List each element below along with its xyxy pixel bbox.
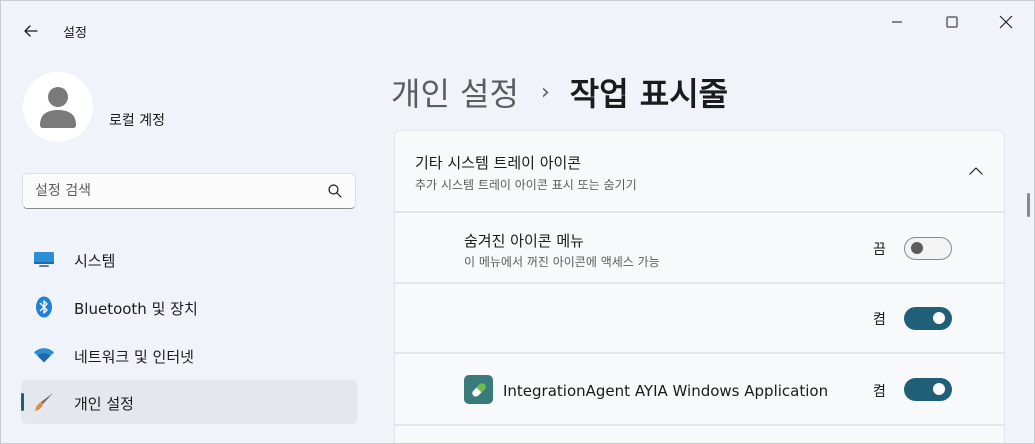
maximize-button[interactable] xyxy=(929,1,975,43)
sidebar-item-bluetooth[interactable]: Bluetooth 및 장치 xyxy=(21,285,357,329)
setting-row-integrationagent: IntegrationAgent AYIA Windows Applicatio… xyxy=(394,353,1005,425)
sidebar-item-network[interactable]: 네트워크 및 인터넷 xyxy=(21,333,357,377)
search-icon[interactable] xyxy=(327,183,343,199)
minimize-button[interactable] xyxy=(874,1,920,43)
sidebar-item-label: Bluetooth 및 장치 xyxy=(74,300,198,318)
breadcrumb-separator: › xyxy=(540,79,550,105)
collapse-button[interactable] xyxy=(966,161,986,181)
bluetooth-icon xyxy=(33,296,55,318)
scrollbar-thumb[interactable] xyxy=(1027,193,1030,217)
toggle-knob xyxy=(911,242,923,254)
minimize-icon xyxy=(892,21,902,23)
settings-window: 설정 로컬 계정 설정 검색 시스템 Bluetooth 및 장치 네트워크 및… xyxy=(0,0,1035,444)
section-title: 기타 시스템 트레이 아이콘 xyxy=(415,154,582,172)
wifi-icon xyxy=(33,344,55,366)
chevron-up-icon xyxy=(969,167,983,175)
toggle-state-label: 켬 xyxy=(873,384,886,400)
monitor-icon xyxy=(33,248,55,270)
back-button[interactable] xyxy=(13,15,49,47)
close-button[interactable] xyxy=(983,1,1029,43)
section-subtitle: 추가 시스템 트레이 아이콘 표시 또는 숨기기 xyxy=(415,178,637,192)
search-box[interactable] xyxy=(22,173,356,209)
section-header-system-tray-icons[interactable]: 기타 시스템 트레이 아이콘 추가 시스템 트레이 아이콘 표시 또는 숨기기 xyxy=(394,130,1005,212)
title-bar: 설정 xyxy=(1,1,1034,61)
arrow-left-icon xyxy=(24,25,38,37)
setting-subtitle: 이 메뉴에서 꺼진 아이콘에 액세스 가능 xyxy=(464,255,660,269)
search-input[interactable] xyxy=(23,174,313,208)
account-name: 로컬 계정 xyxy=(109,113,165,129)
active-indicator xyxy=(21,393,24,411)
page-title: 작업 표시줄 xyxy=(569,75,729,113)
maximize-icon xyxy=(946,16,958,28)
toggle-state-label: 켬 xyxy=(873,312,886,328)
sidebar-item-system[interactable]: 시스템 xyxy=(21,237,357,281)
sidebar-item-label: 시스템 xyxy=(74,252,116,270)
sidebar-item-label: 네트워크 및 인터넷 xyxy=(74,348,194,366)
brush-icon xyxy=(33,391,55,413)
setting-row-next xyxy=(394,425,1005,443)
tray-icon-toggle[interactable] xyxy=(904,307,952,330)
setting-title: 숨겨진 아이콘 메뉴 xyxy=(464,232,584,250)
toggle-knob xyxy=(933,383,945,395)
toggle-knob xyxy=(933,312,945,324)
breadcrumb-parent[interactable]: 개인 설정 xyxy=(391,69,519,115)
pill-icon xyxy=(464,375,493,404)
sidebar-item-personalization[interactable]: 개인 설정 xyxy=(21,380,357,424)
setting-row-tray-icon: 켬 xyxy=(394,283,1005,353)
app-title: 설정 xyxy=(63,26,87,41)
integrationagent-toggle[interactable] xyxy=(904,378,952,401)
app-name: IntegrationAgent AYIA Windows Applicatio… xyxy=(503,382,829,400)
toggle-state-label: 끔 xyxy=(873,242,886,258)
avatar[interactable] xyxy=(23,72,93,142)
person-icon xyxy=(40,87,76,128)
breadcrumb: 개인 설정 › 작업 표시줄 xyxy=(391,69,728,115)
setting-row-hidden-icon-menu: 숨겨진 아이콘 메뉴 이 메뉴에서 꺼진 아이콘에 액세스 가능 끔 xyxy=(394,212,1005,283)
close-icon xyxy=(999,15,1013,29)
sidebar-item-label: 개인 설정 xyxy=(74,395,134,413)
hidden-icon-menu-toggle[interactable] xyxy=(904,237,952,260)
